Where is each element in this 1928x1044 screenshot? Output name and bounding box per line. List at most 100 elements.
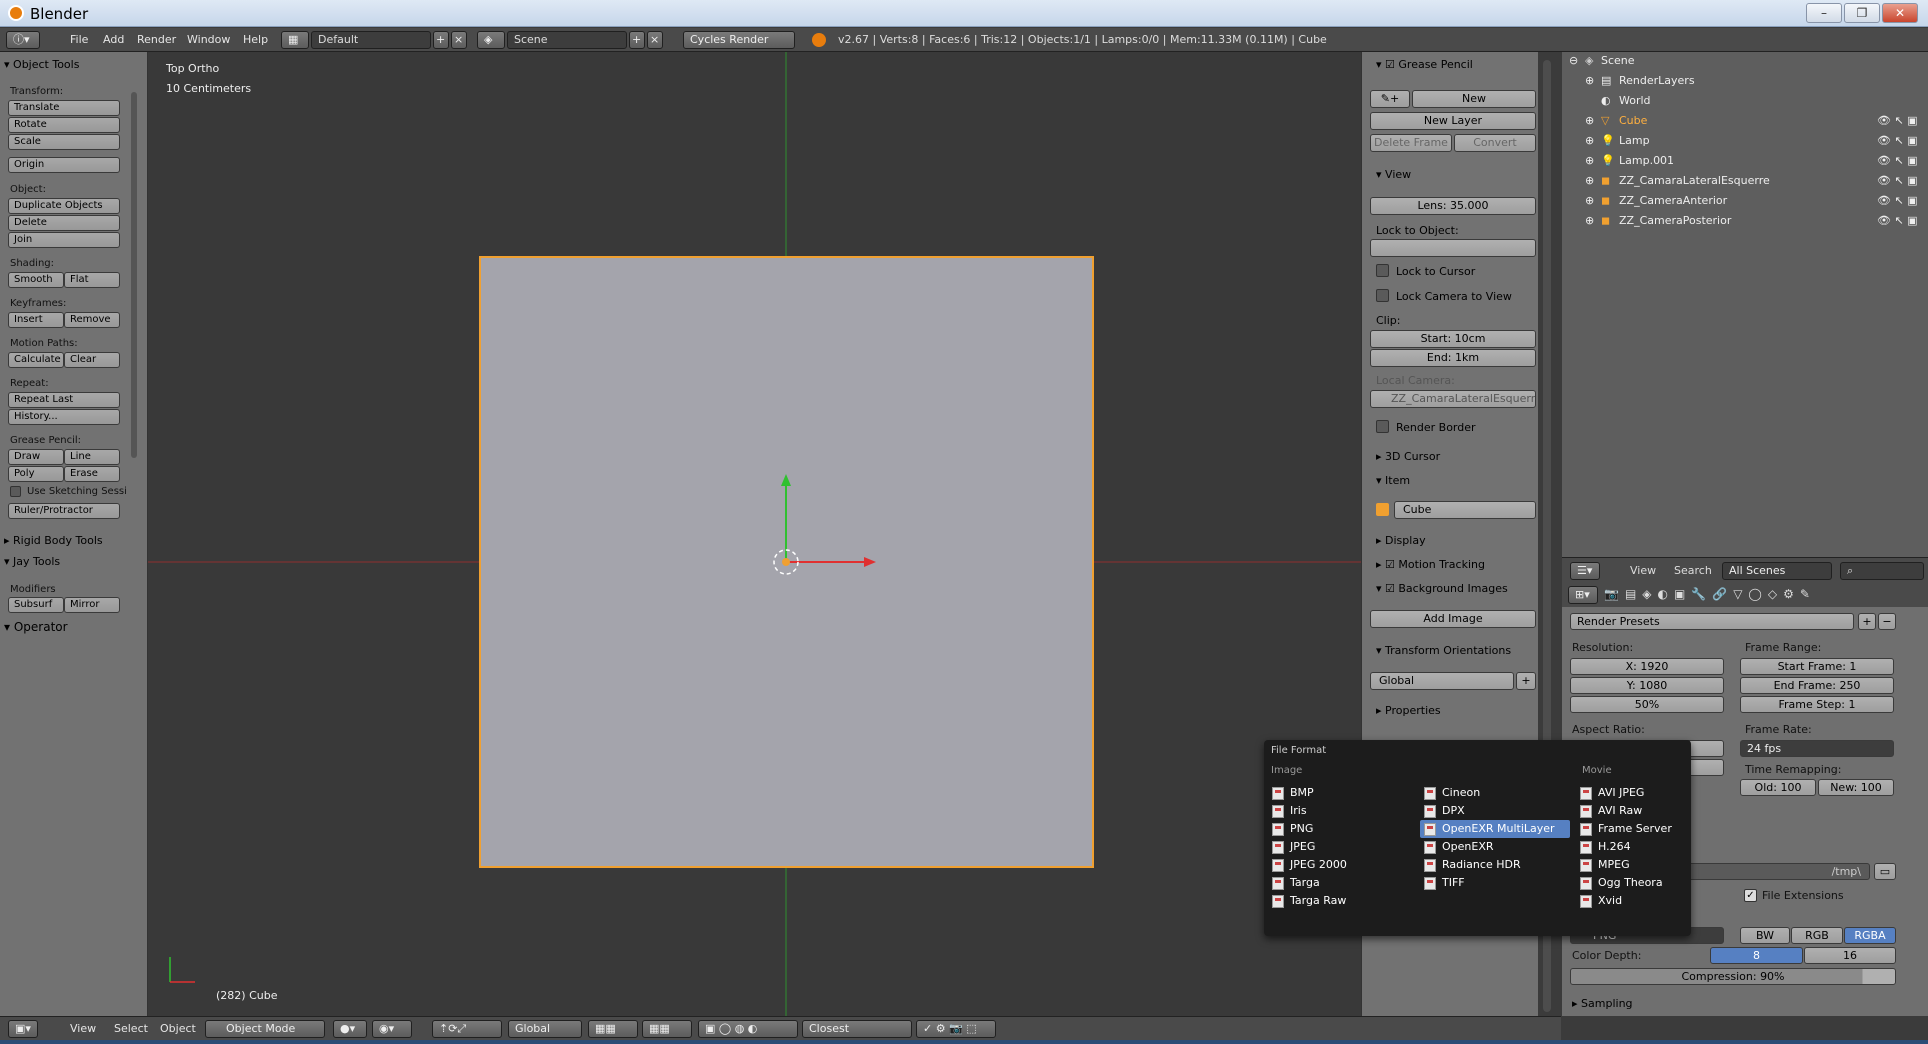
properties-header[interactable]: ▸ Properties <box>1376 704 1441 717</box>
menu-object[interactable]: Object <box>160 1022 196 1035</box>
outliner-row-lamp001[interactable]: ⊕ 💡 Lamp.001 👁 ↖ ▣ <box>1563 154 1927 174</box>
format-xvid[interactable]: Xvid <box>1576 892 1686 910</box>
history-button[interactable]: History... <box>8 409 120 425</box>
format-targa-raw[interactable]: Targa Raw <box>1268 892 1418 910</box>
sampling-header[interactable]: ▸ Sampling <box>1572 997 1633 1010</box>
3d-viewport[interactable]: Top Ortho 10 Centimeters (282) Cube <box>148 52 1361 1016</box>
add-preset-icon[interactable]: + <box>1858 613 1876 630</box>
screen-layout-field[interactable]: Default <box>311 31 431 49</box>
screen-layout-icon[interactable]: ▦ <box>281 31 309 49</box>
layers-grid-b[interactable]: ▦▦ <box>642 1020 692 1038</box>
line-button[interactable]: Line <box>64 449 120 465</box>
clip-start-field[interactable]: Start: 10cm <box>1370 330 1536 348</box>
properties-editor-icon[interactable]: ⊞▾ <box>1568 586 1598 604</box>
repeat-last-button[interactable]: Repeat Last <box>8 392 120 408</box>
sketching-checkbox[interactable] <box>10 486 21 497</box>
time-old-field[interactable]: Old: 100 <box>1740 779 1816 796</box>
color-rgb-button[interactable]: RGB <box>1791 927 1843 944</box>
view-header[interactable]: ▾ View <box>1376 168 1411 181</box>
clear-button[interactable]: Clear <box>64 352 120 368</box>
format-cineon[interactable]: Cineon <box>1420 784 1570 802</box>
subsurf-button[interactable]: Subsurf <box>8 597 64 613</box>
lens-field[interactable]: Lens: 35.000 <box>1370 197 1536 215</box>
local-camera-field[interactable]: ZZ_CamaraLateralEsquerre <box>1370 390 1536 408</box>
erase-button[interactable]: Erase <box>64 466 120 482</box>
outliner-view-menu[interactable]: View <box>1630 564 1656 577</box>
gp-new-button[interactable]: New <box>1412 90 1536 108</box>
join-button[interactable]: Join <box>8 232 120 248</box>
format-mpeg[interactable]: MPEG <box>1576 856 1686 874</box>
minimize-button[interactable]: – <box>1806 3 1842 23</box>
outliner-row-world[interactable]: ◐ World <box>1563 94 1927 114</box>
shading-icon[interactable]: ●▾ <box>333 1020 367 1038</box>
color-bw-button[interactable]: BW <box>1740 927 1790 944</box>
frame-step-field[interactable]: Frame Step: 1 <box>1740 696 1894 713</box>
format-openexr[interactable]: OpenEXR <box>1420 838 1570 856</box>
format-radiance-hdr[interactable]: Radiance HDR <box>1420 856 1570 874</box>
scale-button[interactable]: Scale <box>8 134 120 150</box>
format-ogg-theora[interactable]: Ogg Theora <box>1576 874 1686 892</box>
render-presets-select[interactable]: Render Presets <box>1570 613 1854 630</box>
origin-button[interactable]: Origin <box>8 157 120 173</box>
compression-slider[interactable]: Compression: 90% <box>1570 968 1896 985</box>
close-button[interactable]: ✕ <box>1882 3 1918 23</box>
outliner-row-camara-lateral[interactable]: ⊕ ◼ ZZ_CamaraLateralEsquerre 👁 ↖ ▣ <box>1563 174 1927 194</box>
outliner-search-menu[interactable]: Search <box>1674 564 1712 577</box>
3d-cursor-header[interactable]: ▸ 3D Cursor <box>1376 450 1440 463</box>
toolshelf-scrollbar[interactable] <box>131 92 137 458</box>
properties-context-icons[interactable]: 📷▤◈◐▣🔧🔗▽◯◇⚙✎ <box>1604 587 1816 601</box>
draw-button[interactable]: Draw <box>8 449 64 465</box>
clip-end-field[interactable]: End: 1km <box>1370 349 1536 367</box>
outliner-row-camera-posterior[interactable]: ⊕ ◼ ZZ_CameraPosterior 👁 ↖ ▣ <box>1563 214 1927 234</box>
convert-button[interactable]: Convert <box>1454 134 1536 152</box>
duplicate-objects-button[interactable]: Duplicate Objects <box>8 198 120 214</box>
menu-view[interactable]: View <box>70 1022 96 1035</box>
calculate-button[interactable]: Calculate <box>8 352 64 368</box>
remove-layout-icon[interactable]: × <box>451 31 467 49</box>
rigid-body-header[interactable]: ▸ Rigid Body Tools <box>4 534 103 547</box>
scene-field[interactable]: Scene <box>507 31 627 49</box>
render-engine-select[interactable]: Cycles Render <box>683 31 795 49</box>
render-border-checkbox[interactable] <box>1376 420 1389 433</box>
folder-icon[interactable]: ▭ <box>1874 863 1896 880</box>
format-jpeg[interactable]: JPEG <box>1268 838 1418 856</box>
outliner-row-camera-anterior[interactable]: ⊕ ◼ ZZ_CameraAnterior 👁 ↖ ▣ <box>1563 194 1927 214</box>
jay-tools-header[interactable]: ▾ Jay Tools <box>4 555 60 568</box>
end-frame-field[interactable]: End Frame: 250 <box>1740 677 1894 694</box>
outliner-editor-icon[interactable]: ☰▾ <box>1570 562 1600 580</box>
flat-button[interactable]: Flat <box>64 272 120 288</box>
format-tiff[interactable]: TIFF <box>1420 874 1570 892</box>
snap-target-select[interactable]: Closest <box>802 1020 912 1038</box>
editor-type-3d-icon[interactable]: ▣▾ <box>8 1020 38 1038</box>
remove-scene-icon[interactable]: × <box>647 31 663 49</box>
motion-tracking-header[interactable]: ▸ ☑ Motion Tracking <box>1376 558 1485 571</box>
add-image-button[interactable]: Add Image <box>1370 610 1536 628</box>
render-icons[interactable]: ✓ ⚙ 📷 ⬚ <box>916 1020 996 1038</box>
object-tools-header[interactable]: ▾ Object Tools <box>4 58 79 71</box>
layers-grid-a[interactable]: ▦▦ <box>588 1020 638 1038</box>
outliner-search-input[interactable]: ⌕ <box>1840 562 1924 580</box>
depth-8-button[interactable]: 8 <box>1710 947 1803 964</box>
outliner-row-scene[interactable]: ⊖ ◈ Scene <box>1563 54 1927 74</box>
menu-render[interactable]: Render <box>137 33 176 46</box>
outliner-row-renderlayers[interactable]: ⊕ ▤ RenderLayers <box>1563 74 1927 94</box>
format-png[interactable]: PNG <box>1268 820 1418 838</box>
start-frame-field[interactable]: Start Frame: 1 <box>1740 658 1894 675</box>
menu-file[interactable]: File <box>70 33 88 46</box>
lock-object-field[interactable] <box>1370 239 1536 257</box>
transform-orientations-header[interactable]: ▾ Transform Orientations <box>1376 644 1511 657</box>
format-avi-jpeg[interactable]: AVI JPEG <box>1576 784 1686 802</box>
outliner-row-cube[interactable]: ⊕ ▽ Cube 👁 ↖ ▣ <box>1563 114 1927 134</box>
file-extensions-checkbox[interactable]: ✓ <box>1744 889 1757 902</box>
mirror-button[interactable]: Mirror <box>64 597 120 613</box>
delete-frame-button[interactable]: Delete Frame <box>1370 134 1452 152</box>
format-dpx[interactable]: DPX <box>1420 802 1570 820</box>
new-layer-button[interactable]: New Layer <box>1370 112 1536 130</box>
gp-pencil-icon[interactable]: ✎+ <box>1370 90 1410 108</box>
format-targa[interactable]: Targa <box>1268 874 1418 892</box>
add-orientation-icon[interactable]: + <box>1516 672 1536 690</box>
res-x-field[interactable]: X: 1920 <box>1570 658 1724 675</box>
format-jpeg2000[interactable]: JPEG 2000 <box>1268 856 1418 874</box>
scene-icon[interactable]: ◈ <box>477 31 505 49</box>
poly-button[interactable]: Poly <box>8 466 64 482</box>
